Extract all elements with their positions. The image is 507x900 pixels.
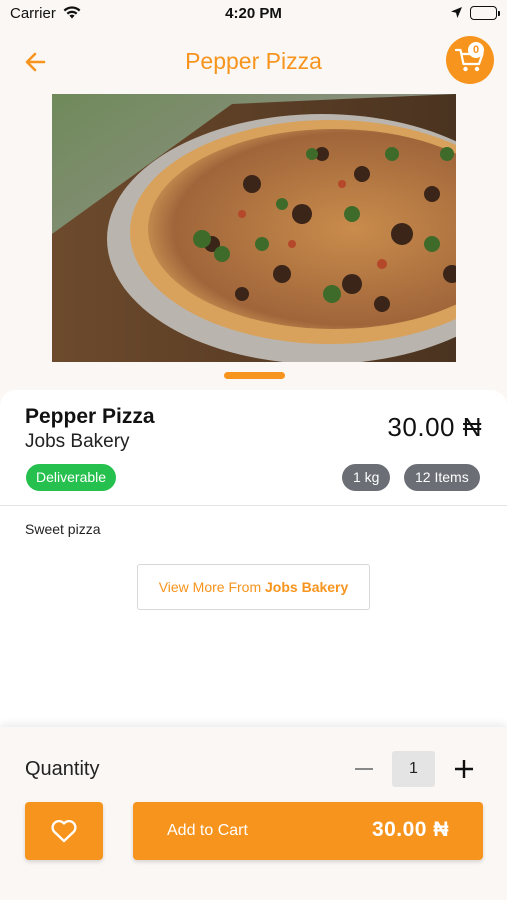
clock-time: 4:20 PM <box>225 5 282 22</box>
quantity-label: Quantity <box>25 758 100 780</box>
product-name: Pepper Pizza <box>25 405 155 428</box>
add-to-cart-button[interactable]: Add to Cart 30.00 ₦ <box>133 802 483 860</box>
cart-count-badge: 0 <box>468 42 484 58</box>
location-icon <box>450 6 463 24</box>
image-pager-indicator[interactable] <box>224 372 285 379</box>
battery-icon <box>470 6 500 20</box>
view-more-prefix: View More From <box>158 579 266 595</box>
top-nav-bar: Pepper Pizza 0 <box>0 36 507 86</box>
items-tag: 12 Items <box>404 464 480 491</box>
plus-icon[interactable] <box>452 757 476 781</box>
status-bar: Carrier 4:20 PM <box>0 0 507 28</box>
add-to-cart-price: 30.00 ₦ <box>371 818 449 841</box>
page-title: Pepper Pizza <box>185 48 322 74</box>
quantity-value[interactable]: 1 <box>392 751 435 787</box>
product-price: 30.00 ₦ <box>387 412 482 442</box>
view-more-shop-name: Jobs Bakery <box>265 579 349 595</box>
weight-tag: 1 kg <box>342 464 391 491</box>
product-image[interactable] <box>52 94 456 362</box>
shop-name: Jobs Bakery <box>25 431 130 452</box>
product-description: Sweet pizza <box>25 521 101 537</box>
heart-icon <box>51 819 77 843</box>
deliverable-badge: Deliverable <box>26 464 117 491</box>
view-more-from-shop-button[interactable]: View More From Jobs Bakery <box>137 564 370 610</box>
add-to-cart-label: Add to Cart <box>167 822 248 839</box>
divider <box>0 505 507 506</box>
product-details-card: Pepper Pizza Jobs Bakery 30.00 ₦ Deliver… <box>0 390 507 750</box>
cart-button[interactable]: 0 <box>446 36 494 84</box>
purchase-footer: Quantity 1 Add to Cart 30.00 ₦ <box>0 727 507 900</box>
minus-icon[interactable] <box>352 757 376 781</box>
favorite-button[interactable] <box>25 802 103 860</box>
